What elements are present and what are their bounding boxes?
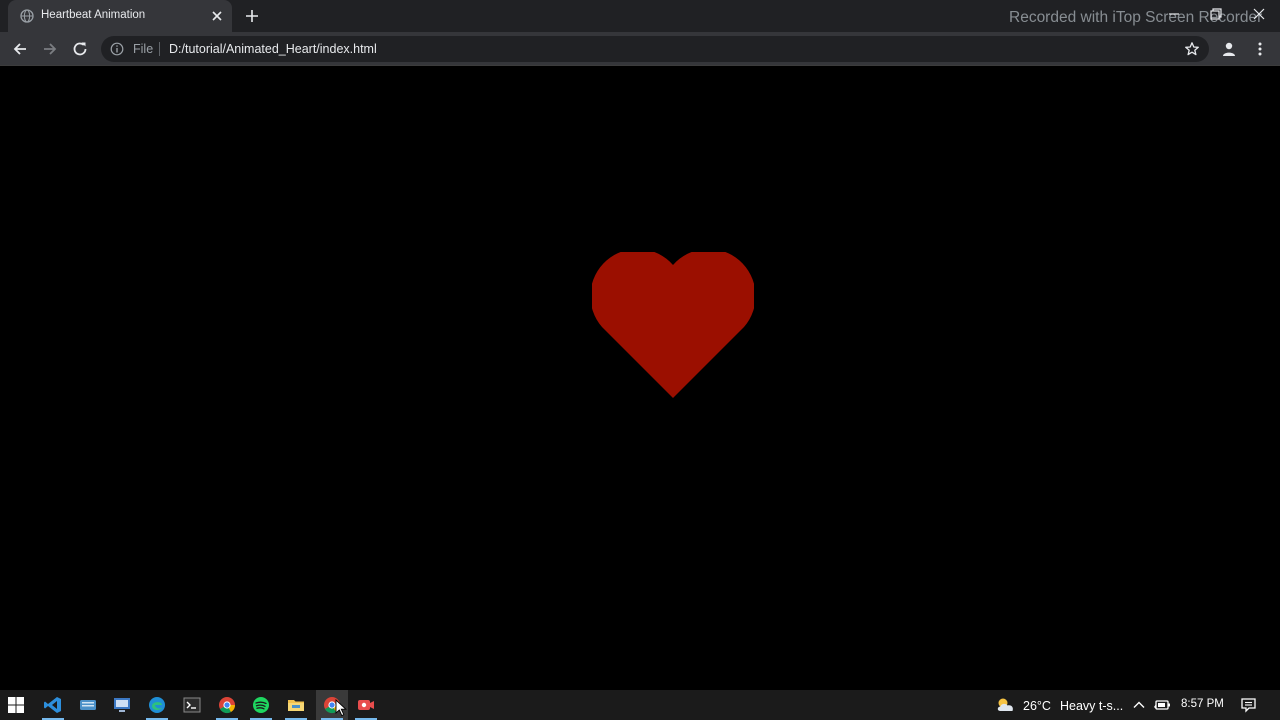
page-content [0,66,1280,690]
globe-icon [20,9,34,23]
chrome-icon[interactable] [217,695,237,715]
window-close-icon[interactable] [1251,6,1267,22]
terminal-icon[interactable] [182,695,202,715]
weather-description[interactable]: Heavy t-s... [1060,699,1123,713]
edge-icon[interactable] [147,695,167,715]
kebab-menu-icon[interactable] [1252,41,1268,57]
notification-icon[interactable] [1240,697,1257,713]
chevron-up-icon[interactable] [1132,698,1146,712]
taskbar-clock[interactable]: 8:57 PM [1181,698,1224,710]
close-tab-icon[interactable] [210,9,224,23]
screen-recorder-icon[interactable] [356,695,376,715]
file-explorer-icon[interactable] [286,695,306,715]
battery-icon[interactable] [1153,698,1171,712]
spotify-icon[interactable] [251,695,271,715]
tab-title: Heartbeat Animation [41,9,146,21]
keyboard-app-icon[interactable] [78,695,98,715]
recorder-watermark: Recorded with iTop Screen Recorder [1009,9,1263,26]
windows-taskbar: 26°C Heavy t-s... 8:57 PM [0,690,1280,720]
new-tab-button[interactable] [244,8,260,24]
reload-icon[interactable] [71,40,89,58]
remote-desktop-icon[interactable] [112,695,132,715]
tab-strip: Heartbeat Animation Recorded with iTop S… [0,0,1280,32]
mouse-cursor-icon [335,699,347,717]
address-bar[interactable]: File D:/tutorial/Animated_Heart/index.ht… [101,36,1209,62]
scheme-label: File [133,42,154,56]
back-arrow-icon[interactable] [11,40,29,58]
omnibox-separator [159,42,160,56]
info-icon[interactable] [110,42,124,56]
weather-temperature[interactable]: 26°C [1023,699,1051,713]
forward-arrow-icon[interactable] [41,40,59,58]
url-text[interactable]: D:/tutorial/Animated_Heart/index.html [169,42,377,56]
browser-toolbar: File D:/tutorial/Animated_Heart/index.ht… [0,32,1280,66]
vscode-icon[interactable] [43,695,63,715]
weather-cloud-icon[interactable] [995,696,1017,714]
profile-icon[interactable] [1221,41,1237,57]
bookmark-star-icon[interactable] [1184,41,1200,57]
start-icon[interactable] [6,695,26,715]
tab-heartbeat-animation[interactable]: Heartbeat Animation [8,0,232,32]
minimize-icon[interactable] [1166,6,1182,22]
restore-icon[interactable] [1208,6,1224,22]
heart-shape [592,252,754,398]
